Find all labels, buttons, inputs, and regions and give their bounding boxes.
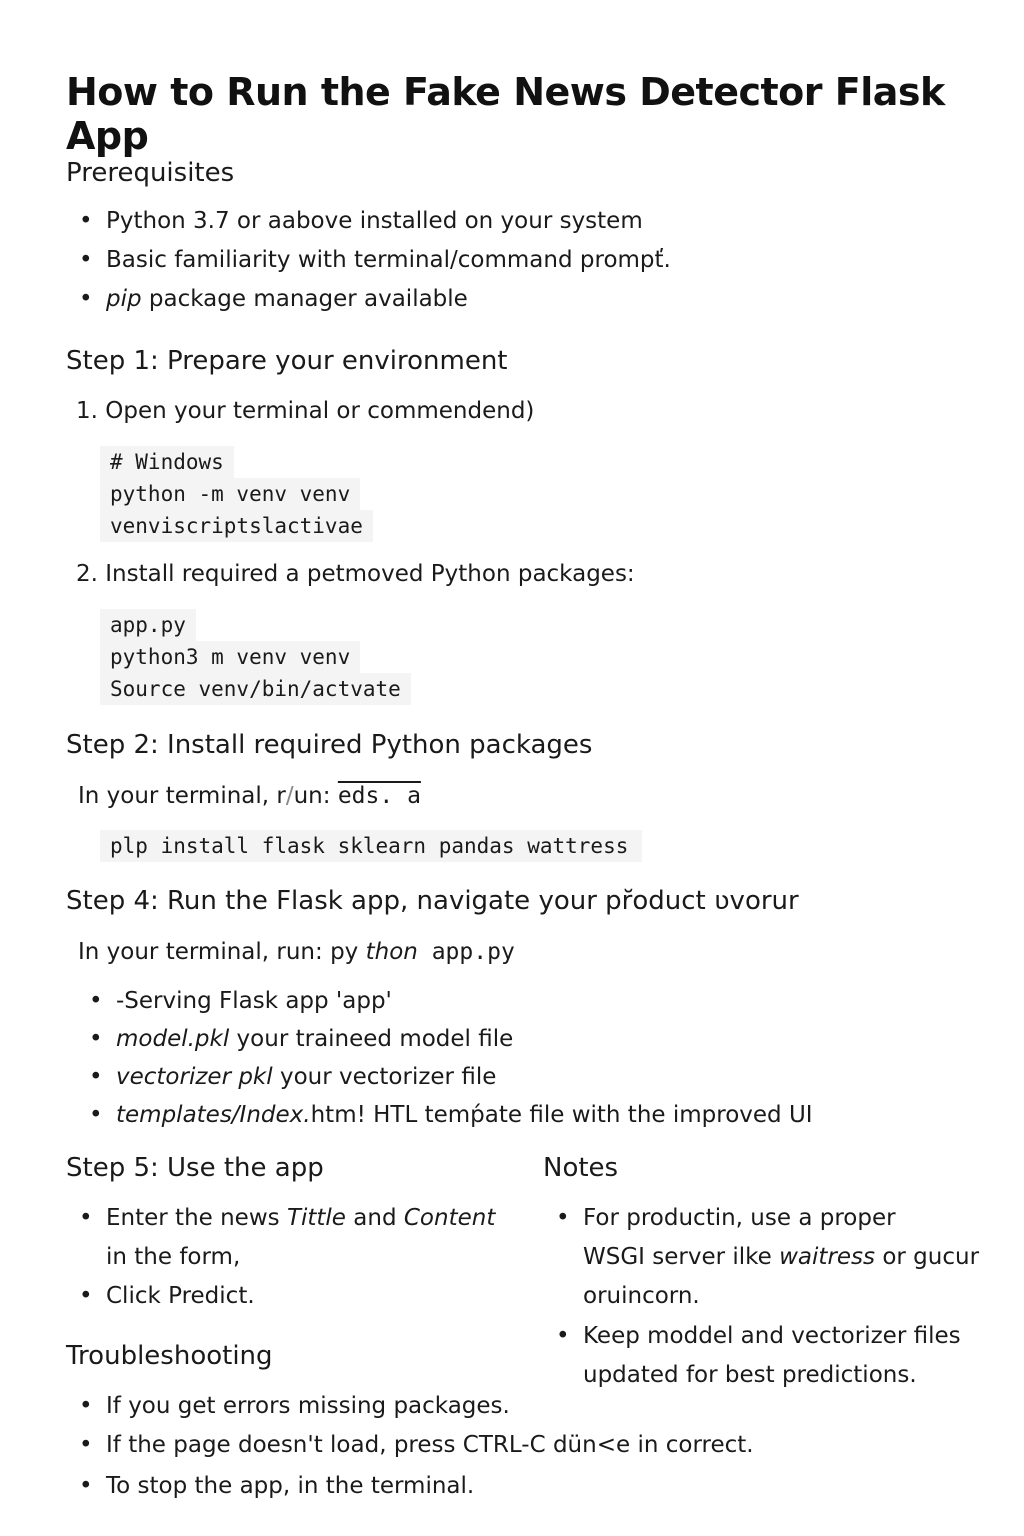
notes-line2-em: waitress xyxy=(779,1244,876,1270)
step5-item1-em2: Content xyxy=(403,1205,496,1231)
step5-item-click: Click Predict. xyxy=(79,1283,255,1309)
step1-item-1: 1. Open your terminal or commendend) xyxy=(76,398,535,424)
pip-install-command: plp install flask sklearn pandas wattres… xyxy=(100,830,643,862)
step4-item-em: model.pkl xyxy=(116,1026,230,1052)
pip-rest: package manager available xyxy=(141,286,468,312)
step4-item-model: model.pkl your traineed model file xyxy=(89,1026,514,1052)
step5-item1-mid: and xyxy=(345,1205,404,1231)
notes-item-production-line2: WSGI server ilke waitress or gucur xyxy=(583,1244,979,1270)
step2-run-suffix: eds. a xyxy=(337,783,421,809)
step1-heading: Step 1: Prepare your environment xyxy=(66,346,508,376)
step4-item-serving: -Serving Flask app 'app' xyxy=(89,988,392,1014)
step4-heading: Step 4: Run the Flask app, navigate your… xyxy=(66,886,799,916)
step5-item1-em1: Tittle xyxy=(286,1205,346,1231)
step4-item-text: your vectorizer file xyxy=(272,1064,497,1090)
notes-heading: Notes xyxy=(543,1153,619,1183)
code-line: venviscriptslactivae xyxy=(100,510,373,542)
step5-heading: Step 5: Use the app xyxy=(66,1153,324,1183)
step4-run-cmd-a: py xyxy=(330,939,359,965)
step4-item-text: -Serving Flask app 'app' xyxy=(116,988,392,1014)
notes-line2-pre: WSGI server ilke xyxy=(583,1244,780,1270)
step2-run-prefix: In your terminal, r xyxy=(78,783,286,809)
step4-item-mid: htm! xyxy=(310,1102,366,1128)
notes-item-production-line3: oruincorn. xyxy=(583,1283,700,1309)
step5-item-enter-line2: in the form, xyxy=(106,1244,241,1270)
trouble-item-page-load: If the page doesn't load, press CTRL-C d… xyxy=(79,1432,754,1458)
code-line: Source venv/bin/actvate xyxy=(100,673,411,705)
step4-item-vectorizer: vectorizer pkl your vectorizer file xyxy=(89,1064,497,1090)
code-line: python -m venv venv xyxy=(100,478,361,510)
prerequisites-heading: Prerequisites xyxy=(66,158,235,188)
step2-heading: Step 2: Install required Python packages xyxy=(66,730,593,760)
step1-item-2: 2. Install required a petmoved Python pa… xyxy=(76,561,635,587)
code-line: app.py xyxy=(100,609,196,641)
step2-run-text: In your terminal, r/un: eds. a xyxy=(78,783,421,809)
step4-item-text: your traineed model file xyxy=(229,1026,514,1052)
step4-item-templates: templates/Index.htm! HTL temṕate file wi… xyxy=(89,1102,813,1128)
notes-item-keep-line2: updated for best predictions. xyxy=(583,1362,917,1388)
prereq-item-pip: pip package manager available xyxy=(79,286,468,312)
step4-item-text: HTL temṕate file with the improved UI xyxy=(365,1102,813,1128)
step4-run-cmd-c: app.py xyxy=(417,939,515,965)
notes-line2-post: or gucur xyxy=(875,1244,980,1270)
step4-item-em: templates/Index. xyxy=(116,1102,311,1128)
step5-item-enter: Enter the news Tittle and Content xyxy=(79,1205,496,1231)
page-title: How to Run the Fake News Detector Flask … xyxy=(66,70,945,158)
step4-run-cmd-b: thon xyxy=(358,939,418,965)
trouble-item-stop: To stop the app, in the terminal. xyxy=(79,1473,474,1499)
pip-em: pip xyxy=(106,286,142,312)
troubleshooting-heading: Troubleshooting xyxy=(66,1341,273,1371)
notes-item-keep: Keep moddel and vectorizer files xyxy=(556,1323,961,1349)
code-line: # Windows xyxy=(100,446,234,478)
step4-run-text: In your terminal, run: py thon app.py xyxy=(78,939,515,965)
notes-item-production: For productin, use a proper xyxy=(556,1205,896,1231)
step5-item1-pre: Enter the news xyxy=(106,1205,287,1231)
step4-item-em: vectorizer pkl xyxy=(116,1064,273,1090)
trouble-item-errors: If you get errors missing packages. xyxy=(79,1393,510,1419)
step2-run-mid: un: xyxy=(293,783,338,809)
prereq-item-python: Python 3.7 or aabove installed on your s… xyxy=(79,208,643,234)
step4-run-prefix: In your terminal, run: xyxy=(78,939,331,965)
code-line: python3 m venv venv xyxy=(100,641,361,673)
prereq-item-terminal: Basic familiarity with terminal/command … xyxy=(79,247,671,273)
